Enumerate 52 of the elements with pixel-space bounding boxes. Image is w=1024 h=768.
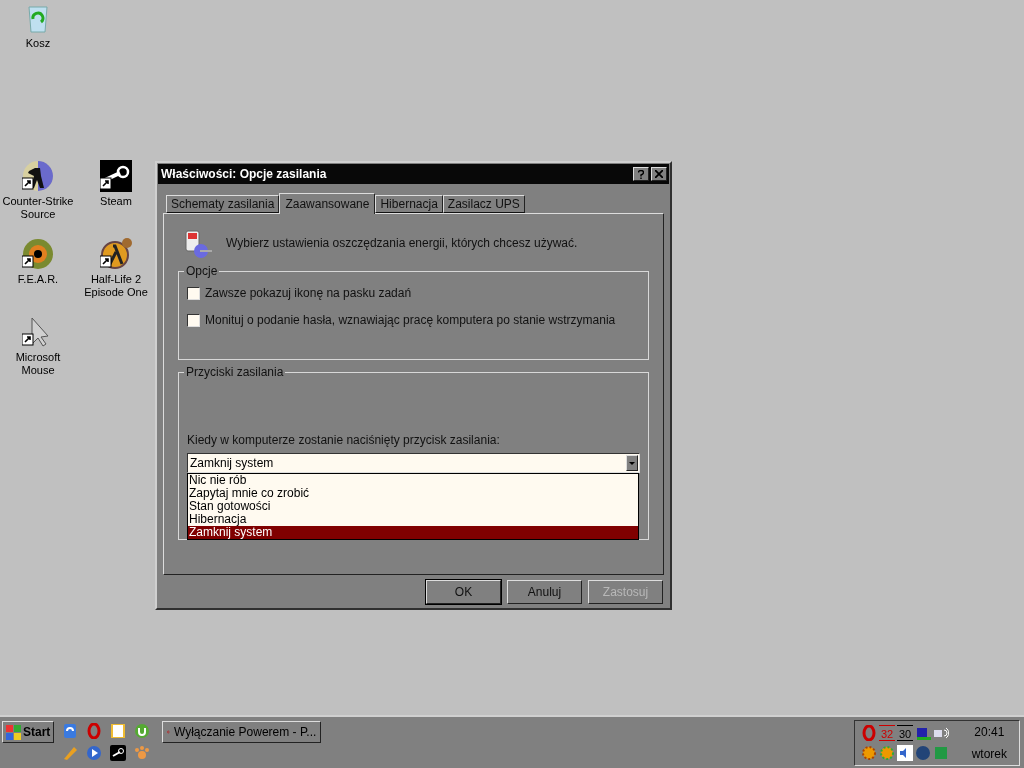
desktop-icon-label[interactable]: F.E.A.R.	[0, 273, 76, 286]
dropdown[interactable]: Zamknij system	[187, 453, 640, 473]
checkbox-label[interactable]: Monituj o podanie hasła, wznawiając pracę komputera po stanie wstrzymania	[205, 311, 616, 329]
desktop-icon-label[interactable]: Counter-Strike Source	[0, 195, 76, 221]
caret-icon	[629, 461, 635, 465]
close-icon	[655, 170, 663, 178]
window-title: Właściwości: Opcje zasilania	[160, 166, 327, 183]
start-button[interactable]: Start	[2, 721, 55, 743]
dropdown-label: Kiedy w komputerze zostanie naciśnięty przycisk zasilania:	[187, 433, 501, 447]
dropdown-option[interactable]: Zamknij system	[188, 526, 638, 539]
dropdown-option[interactable]: Zapytaj mnie co zrobić	[188, 487, 638, 500]
wrench-icon[interactable]	[100, 160, 132, 192]
help-icon	[638, 169, 644, 179]
speaker-icon[interactable]	[897, 745, 913, 761]
checkbox[interactable]	[187, 286, 200, 300]
dropdown-option[interactable]: Hibernacja	[188, 513, 638, 526]
tab[interactable]: Zaawansowane	[279, 193, 376, 214]
group-title: Przyciski zasilania	[184, 365, 286, 379]
card-icon[interactable]	[915, 725, 931, 741]
wireless-computer-icon[interactable]	[933, 725, 949, 741]
desktop-icon-label[interactable]: Kosz	[0, 37, 76, 50]
torrent-icon[interactable]	[134, 723, 151, 739]
checkbox[interactable]	[187, 313, 200, 327]
close-button[interactable]	[651, 167, 667, 181]
lambda-icon[interactable]	[100, 238, 132, 270]
dialog-button[interactable]: Anuluj	[507, 580, 582, 604]
dialog-button[interactable]: OK	[426, 580, 501, 604]
group-title: Opcje	[184, 264, 220, 278]
desktop-icon-label[interactable]: Half-Life 2 Episode One	[78, 273, 154, 299]
play-icon[interactable]	[86, 745, 103, 761]
dropdown-arrow-button[interactable]	[626, 455, 638, 471]
desktop-icon-label[interactable]: Steam	[78, 195, 154, 208]
tab[interactable]: Schematy zasilania	[166, 195, 280, 213]
soldier-icon[interactable]	[22, 160, 54, 192]
dropdown-option[interactable]: Stan gotowości	[188, 500, 638, 513]
wrench-icon[interactable]	[110, 745, 127, 761]
desktop-icon-label[interactable]: Microsoft Mouse	[0, 351, 76, 377]
dropdown-value: Zamknij system	[190, 455, 274, 472]
dropdown-option[interactable]: Nic nie rób	[188, 474, 638, 487]
clock-day[interactable]: wtorek	[971, 745, 1007, 763]
windows-flag-icon	[6, 724, 21, 740]
eye-icon[interactable]	[22, 238, 54, 270]
help-button[interactable]	[633, 167, 649, 181]
page-icon[interactable]	[62, 723, 79, 739]
gear-icon[interactable]	[861, 745, 877, 761]
clock-time[interactable]: 20:41	[974, 723, 1005, 741]
tab[interactable]: Zasilacz UPS	[442, 195, 525, 213]
intro-text: Wybierz ustawienia oszczędzania energii, których chcesz używać.	[226, 235, 578, 252]
tab[interactable]: Hibernacja	[375, 195, 443, 213]
taskbar-button[interactable]: Wyłączanie Powerem - P...	[162, 721, 322, 743]
checkbox-label[interactable]: Zawsze pokazuj ikonę na pasku zadań	[205, 284, 412, 302]
temperature-reading[interactable]: 30	[897, 725, 913, 741]
